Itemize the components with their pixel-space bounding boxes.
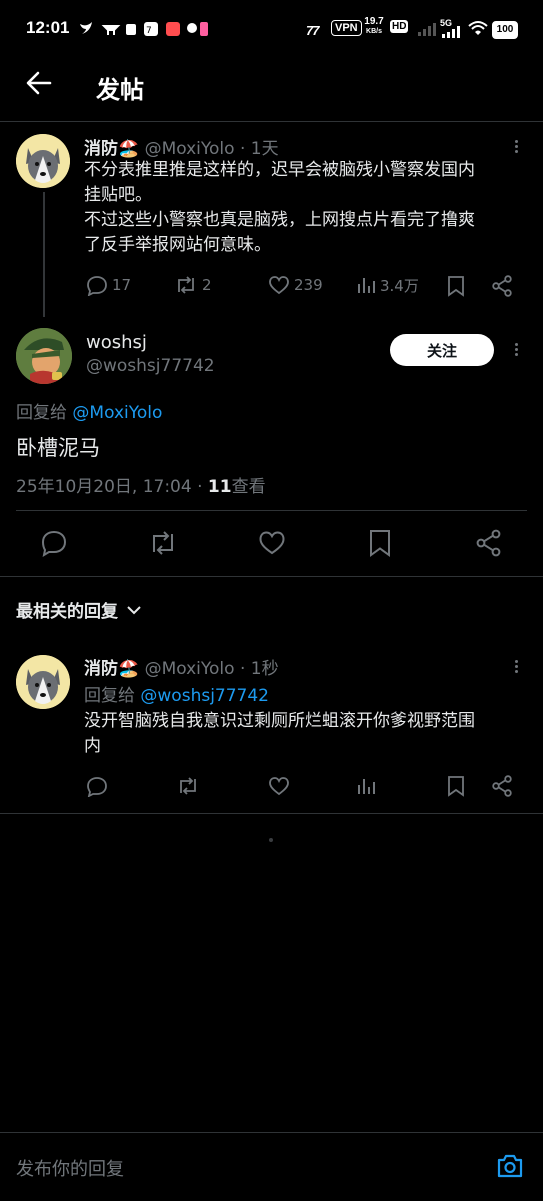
cartoon-avatar-icon: [16, 328, 72, 384]
reply-to-handle[interactable]: @MoxiYolo: [72, 403, 162, 423]
like-action[interactable]: 239: [268, 274, 323, 296]
reply-count: 17: [112, 276, 132, 294]
display-name[interactable]: 消防🏖️: [84, 659, 139, 679]
loading-indicator: [269, 838, 273, 842]
reply-to-handle[interactable]: @woshsj77742: [140, 686, 269, 706]
hd-icon: HD: [390, 20, 409, 33]
post-header: 消防🏖️ @MoxiYolo · 1天: [84, 134, 279, 159]
stats-divider: [16, 510, 527, 511]
bookmark-icon: [448, 776, 464, 797]
display-name[interactable]: woshsj: [86, 332, 147, 353]
bookmark-button[interactable]: [368, 529, 392, 557]
share-icon: [492, 275, 512, 297]
display-name[interactable]: 消防🏖️: [84, 139, 139, 159]
more-options-button[interactable]: [513, 341, 519, 358]
reply-icon: [87, 777, 107, 797]
repost-button[interactable]: [148, 529, 178, 557]
status-bar: 12:01 7 77 VPN 19.7 KB/s HD 5G 100: [0, 0, 543, 58]
like-action[interactable]: [268, 775, 290, 797]
avatar[interactable]: [16, 134, 70, 188]
views-action[interactable]: [356, 775, 376, 797]
reply-action[interactable]: [86, 775, 108, 797]
more-options-button[interactable]: [513, 138, 519, 155]
reply-to-line: 回复给 @MoxiYolo: [16, 403, 163, 423]
reply-to-line: 回复给 @woshsj77742: [84, 686, 270, 706]
battery-indicator: 100: [492, 21, 518, 39]
share-button[interactable]: [491, 275, 513, 297]
bookmark-button[interactable]: [446, 775, 466, 797]
like-button[interactable]: [258, 529, 286, 557]
follow-button[interactable]: 关注: [390, 334, 494, 366]
sort-label: 最相关的回复: [16, 602, 118, 622]
header-divider: [0, 121, 543, 122]
thread-line: [43, 192, 45, 317]
app-badge: 77: [306, 23, 320, 38]
avatar[interactable]: [16, 328, 72, 384]
status-time: 12:01: [26, 18, 70, 37]
back-button[interactable]: [24, 68, 54, 98]
husky-avatar-icon: [16, 655, 70, 709]
analytics-icon: [358, 779, 375, 794]
heart-icon: [269, 276, 289, 295]
more-options-button[interactable]: [513, 658, 519, 675]
like-count: 239: [294, 276, 323, 294]
share-icon: [492, 775, 512, 797]
analytics-icon: [358, 278, 375, 293]
view-count: 3.4万: [380, 276, 419, 295]
heart-icon: [269, 777, 289, 796]
reply-divider: [0, 813, 543, 814]
bookmark-icon: [370, 530, 390, 557]
actions-divider: [0, 576, 543, 577]
reply-text: 没开智脑残自我意识过剩厕所烂蛆滚开你爹视野范围 内: [84, 711, 475, 756]
post-timestamp: 25年10月20日, 17:04 ·: [16, 477, 203, 497]
post-time: · 1秒: [239, 659, 279, 679]
net-speed: 19.7 KB/s: [364, 16, 384, 36]
wifi-icon: [468, 21, 488, 35]
signal-icon: [442, 26, 460, 38]
reply-action[interactable]: 17: [86, 274, 131, 296]
signal-weak-icon: [418, 23, 436, 36]
reply-composer: 发布你的回复: [0, 1132, 543, 1201]
sort-dropdown[interactable]: 最相关的回复: [16, 597, 142, 622]
repost-action[interactable]: [176, 775, 200, 797]
handle[interactable]: @MoxiYolo: [145, 659, 235, 679]
post-time: · 1天: [239, 139, 279, 159]
repost-icon: [153, 531, 173, 555]
reply-button[interactable]: [40, 529, 68, 557]
repost-icon: [180, 777, 196, 795]
main-post-text: 卧槽泥马: [16, 436, 100, 460]
handle[interactable]: @MoxiYolo: [145, 139, 235, 159]
camera-icon: [497, 1154, 523, 1178]
page-title: 发帖: [96, 76, 144, 104]
handle[interactable]: @woshsj77742: [86, 356, 215, 376]
repost-count: 2: [202, 276, 212, 294]
repost-action[interactable]: 2: [174, 274, 212, 296]
post-header: 消防🏖️ @MoxiYolo · 1秒: [84, 654, 279, 679]
reply-icon: [41, 530, 67, 557]
vpn-badge: VPN: [331, 20, 362, 36]
heart-icon: [259, 531, 285, 555]
chevron-down-icon: [127, 605, 141, 614]
views-action[interactable]: 3.4万: [356, 274, 419, 296]
arrow-left-icon: [26, 71, 52, 95]
share-button[interactable]: [491, 775, 513, 797]
bookmark-icon: [448, 276, 464, 297]
camera-button[interactable]: [496, 1153, 524, 1179]
bookmark-button[interactable]: [446, 275, 466, 297]
husky-avatar-icon: [16, 134, 70, 188]
notification-icons: 7: [80, 22, 208, 36]
views-count: 11: [207, 477, 232, 497]
reply-input[interactable]: 发布你的回复: [16, 1155, 124, 1181]
avatar[interactable]: [16, 655, 70, 709]
post-text: 不分表推里推是这样的，迟早会被脑残小警察发国内 挂贴吧。 不过这些小警察也真是脑…: [84, 160, 475, 255]
share-icon: [476, 529, 501, 557]
reply-icon: [87, 276, 107, 296]
share-button[interactable]: [475, 529, 503, 557]
svg-text:7: 7: [146, 26, 152, 36]
views-label: 查看: [231, 477, 266, 497]
post-meta: 25年10月20日, 17:04 · 11查看: [16, 472, 266, 497]
repost-icon: [178, 276, 194, 294]
